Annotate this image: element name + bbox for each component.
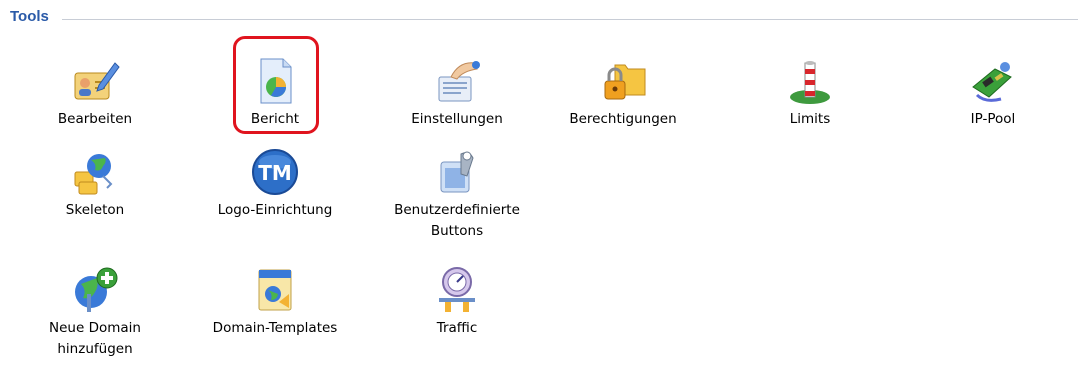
tool-einstellungen[interactable]: Einstellungen bbox=[382, 55, 532, 130]
tool-logo-einrichtung[interactable]: TM Logo-Einrichtung bbox=[200, 146, 350, 221]
tools-section-header: Tools bbox=[10, 6, 1078, 32]
tool-label: Limits bbox=[789, 111, 831, 127]
tool-label-line1: Benutzerdefinierte bbox=[394, 202, 520, 218]
tool-label: Berechtigungen bbox=[569, 111, 677, 127]
tool-benutzerdefinierte-buttons[interactable]: Benutzerdefinierte Buttons bbox=[382, 146, 532, 242]
ip-pool-icon bbox=[972, 62, 1012, 102]
tool-label: Bearbeiten bbox=[57, 111, 133, 127]
tool-label: Logo-Einrichtung bbox=[217, 202, 333, 218]
tool-domain-templates[interactable]: Domain-Templates bbox=[200, 264, 350, 339]
tool-ip-pool[interactable]: IP-Pool bbox=[918, 55, 1068, 130]
domain-templates-icon bbox=[258, 269, 292, 311]
tool-label: IP-Pool bbox=[970, 111, 1016, 127]
tool-label-line2: hinzufügen bbox=[57, 341, 133, 357]
tool-bearbeiten[interactable]: Bearbeiten bbox=[20, 55, 170, 130]
tool-skeleton[interactable]: Skeleton bbox=[20, 146, 170, 221]
svg-text:TM: TM bbox=[258, 161, 292, 185]
tool-traffic[interactable]: Traffic bbox=[382, 264, 532, 339]
tool-bericht[interactable]: Bericht bbox=[200, 55, 350, 130]
traffic-icon bbox=[439, 267, 475, 312]
permissions-icon bbox=[604, 64, 646, 100]
add-domain-icon bbox=[75, 267, 118, 312]
tool-label-line2: Buttons bbox=[430, 223, 484, 239]
report-icon bbox=[260, 58, 292, 104]
tool-label: Traffic bbox=[436, 320, 478, 336]
skeleton-icon bbox=[74, 154, 113, 195]
logo-tm-icon: TM bbox=[252, 149, 298, 195]
custom-buttons-icon bbox=[440, 151, 474, 193]
section-divider bbox=[62, 19, 1078, 20]
tool-label: Einstellungen bbox=[411, 111, 503, 127]
tool-label: Bericht bbox=[250, 111, 300, 127]
tool-label: Skeleton bbox=[65, 202, 125, 218]
tool-limits[interactable]: Limits bbox=[735, 55, 885, 130]
section-title: Tools bbox=[10, 8, 55, 25]
tool-neue-domain-hinzufuegen[interactable]: Neue Domain hinzufügen bbox=[20, 264, 170, 360]
edit-icon bbox=[74, 62, 120, 100]
limits-icon bbox=[790, 61, 830, 104]
settings-icon bbox=[438, 61, 480, 102]
tool-berechtigungen[interactable]: Berechtigungen bbox=[548, 55, 698, 130]
tool-label-line1: Neue Domain bbox=[49, 320, 141, 336]
tool-label: Domain-Templates bbox=[212, 320, 338, 336]
